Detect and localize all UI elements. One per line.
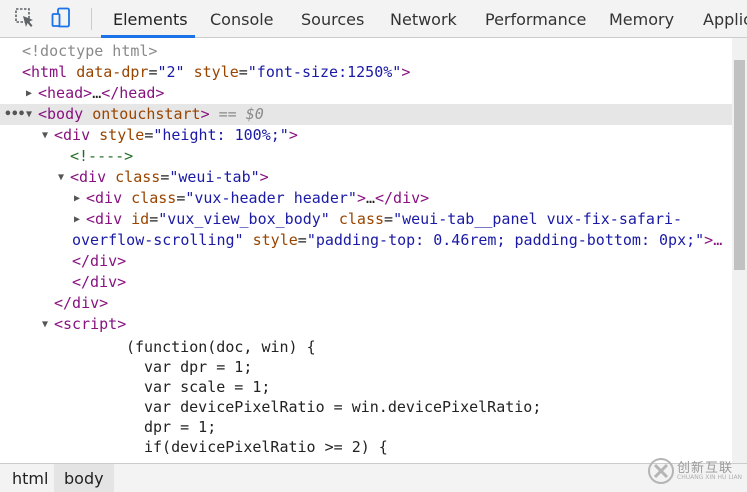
code-text: (function(doc, win) {: [126, 338, 316, 356]
id-attr: id: [131, 210, 150, 228]
watermark-x-icon: [648, 458, 674, 484]
tab-application[interactable]: Applic: [703, 0, 747, 38]
div-close-tag: </div>: [72, 252, 127, 270]
class-attr: class: [131, 189, 177, 207]
code-text: var dpr = 1;: [144, 358, 253, 376]
dom-node-div-root[interactable]: ▼ <div style="height: 100%;">: [0, 125, 732, 146]
div-tag-name: div: [79, 168, 107, 186]
class-attr: class: [115, 168, 161, 186]
class-value-vux-header: "vux-header header": [185, 189, 357, 207]
tab-network[interactable]: Network: [390, 0, 457, 38]
scrollbar-thumb[interactable]: [734, 60, 745, 270]
code-text: if(devicePixelRatio >= 2) {: [144, 438, 388, 456]
dom-node-comment[interactable]: <!---->: [0, 146, 732, 167]
code-text: dpr = 1;: [144, 418, 217, 436]
dom-node-close-div[interactable]: </div>: [0, 293, 732, 314]
expand-triangle-icon[interactable]: ▶: [74, 188, 84, 209]
breadcrumb-body[interactable]: body: [54, 464, 114, 492]
selected-node-marker: == $0: [218, 105, 264, 123]
dom-node-vux-view-box[interactable]: ▶ <div id="vux_view_box_body" class="weu…: [0, 209, 732, 230]
id-value: "vux_view_box_body": [158, 210, 330, 228]
html-attr-style-value: "font-size:1250%": [247, 63, 402, 81]
tab-sources[interactable]: Sources: [301, 0, 364, 38]
breadcrumb-html[interactable]: html: [2, 464, 58, 492]
dom-node-head[interactable]: ▶ <head>…</head>: [0, 83, 732, 104]
body-tag-name: body: [47, 105, 84, 123]
head-tag-name: head: [47, 84, 84, 102]
expand-triangle-icon[interactable]: ▶: [26, 83, 36, 104]
device-toolbar-icon[interactable]: [49, 6, 73, 30]
watermark-subtext: CHUANG XIN HU LIAN: [677, 474, 743, 481]
dom-node-vux-header[interactable]: ▶ <div class="vux-header header">…</div>: [0, 188, 732, 209]
script-code-line: var dpr = 1;: [0, 357, 732, 378]
more-options-icon[interactable]: •••: [4, 104, 26, 125]
dom-node-close-div[interactable]: </div>: [0, 272, 732, 293]
html-tag-name: html: [31, 63, 68, 81]
collapsed-ellipsis: …: [92, 84, 102, 102]
dom-node-doctype[interactable]: <!doctype html>: [0, 41, 732, 62]
class-attr: class: [338, 210, 385, 228]
collapse-triangle-icon[interactable]: ▼: [26, 104, 36, 125]
doctype-text: <!doctype html>: [22, 42, 158, 60]
div-tag-name: div: [95, 189, 123, 207]
script-tag-name: script: [63, 315, 118, 333]
class-value-panel-part2: overflow-scrolling": [72, 231, 244, 249]
tab-console[interactable]: Console: [210, 0, 274, 38]
div-attr-style-value: "height: 100%;": [153, 126, 289, 144]
comment-text: <!---->: [70, 147, 134, 165]
vertical-scrollbar[interactable]: [732, 38, 747, 463]
html-attr-dpr: data-dpr: [76, 63, 149, 81]
div-tag-name: div: [95, 210, 123, 228]
collapsed-ellipsis: …: [365, 189, 375, 207]
tab-performance[interactable]: Performance: [485, 0, 586, 38]
tab-memory[interactable]: Memory: [609, 0, 674, 38]
code-text: var scale = 1;: [144, 378, 271, 396]
dom-node-weui-tab[interactable]: ▼ <div class="weui-tab">: [0, 167, 732, 188]
dom-tree: <!doctype html> <html data-dpr="2" style…: [0, 38, 732, 463]
devtools-toolbar: Elements Console Sources Network Perform…: [0, 0, 747, 38]
script-code-line: dpr = 1;: [0, 417, 732, 438]
dom-node-script[interactable]: ▼ <script>: [0, 314, 732, 335]
collapse-triangle-icon[interactable]: ▼: [42, 125, 52, 146]
collapse-triangle-icon[interactable]: ▼: [58, 167, 68, 188]
dom-node-html[interactable]: <html data-dpr="2" style="font-size:1250…: [0, 62, 732, 83]
div-attr-style: style: [99, 126, 145, 144]
script-code-line: var scale = 1;: [0, 377, 732, 398]
inspect-element-icon[interactable]: [13, 6, 37, 30]
class-value-panel-part1: "weui-tab__panel vux-fix-safari-: [393, 210, 683, 228]
toolbar-separator: [91, 8, 92, 30]
div-close-tag: </div>: [72, 273, 127, 291]
watermark-logo: 创新互联 CHUANG XIN HU LIAN: [647, 455, 747, 487]
div-close-tag: </div>: [375, 189, 430, 207]
dom-node-vux-view-box-continued[interactable]: overflow-scrolling" style="padding-top: …: [0, 230, 732, 251]
code-text: var devicePixelRatio = win.devicePixelRa…: [144, 398, 542, 416]
style-value-padding: "padding-top: 0.46rem; padding-bottom: 0…: [306, 231, 705, 249]
head-close-tag: </head>: [101, 84, 165, 102]
collapse-triangle-icon[interactable]: ▼: [42, 314, 52, 335]
dom-node-close-div[interactable]: </div>: [0, 251, 732, 272]
dom-node-body-selected[interactable]: ••• ▼ <body ontouchstart> == $0: [0, 104, 732, 125]
div-tag-name: div: [63, 126, 91, 144]
expand-triangle-icon[interactable]: ▶: [74, 209, 84, 230]
breadcrumb: html body: [0, 463, 747, 492]
script-code-line: (function(doc, win) {: [0, 337, 732, 358]
class-value-weui-tab: "weui-tab": [169, 168, 260, 186]
script-code-line: var devicePixelRatio = win.devicePixelRa…: [0, 397, 732, 418]
script-code-line: if(devicePixelRatio >= 2) {: [0, 437, 732, 458]
body-attr-ontouchstart: ontouchstart: [92, 105, 201, 123]
html-attr-style: style: [193, 63, 239, 81]
div-close-tag: </div>: [54, 294, 109, 312]
html-attr-dpr-value: "2": [157, 63, 185, 81]
style-attr: style: [252, 231, 298, 249]
tab-elements[interactable]: Elements: [113, 0, 188, 38]
truncated-trail: >…: [704, 231, 723, 249]
